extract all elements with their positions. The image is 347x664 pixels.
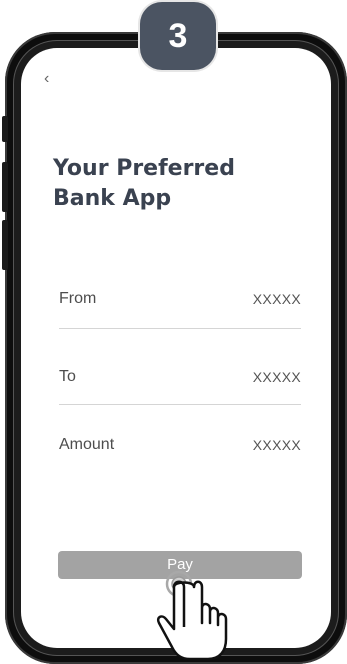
phone-side-button-silent [2, 116, 8, 142]
step-badge: 3 [140, 2, 216, 70]
field-label-from: From [59, 290, 97, 307]
field-divider [59, 404, 301, 405]
form-row-amount: Amount XXXXX [59, 430, 301, 460]
tutorial-stage: ‹ Your Preferred Bank App From XXXXX To … [0, 0, 347, 664]
hand-pointer-tap-icon [157, 570, 228, 661]
field-label-to: To [59, 368, 76, 385]
page-title-line2: Bank App [53, 186, 172, 211]
field-value-from: XXXXX [252, 291, 301, 307]
chevron-left-icon[interactable]: ‹ [44, 70, 60, 88]
field-value-to: XXXXX [252, 369, 301, 385]
phone-side-button-volume-up [2, 162, 8, 212]
field-label-amount: Amount [59, 436, 115, 453]
field-divider [59, 328, 301, 329]
page-title: Your Preferred Bank App [53, 154, 303, 214]
form-row-from: From XXXXX [59, 284, 301, 314]
field-value-amount: XXXXX [252, 437, 301, 453]
form-row-to: To XXXXX [59, 362, 301, 392]
page-title-line1: Your Preferred [53, 156, 235, 181]
phone-side-button-volume-down [2, 220, 8, 270]
